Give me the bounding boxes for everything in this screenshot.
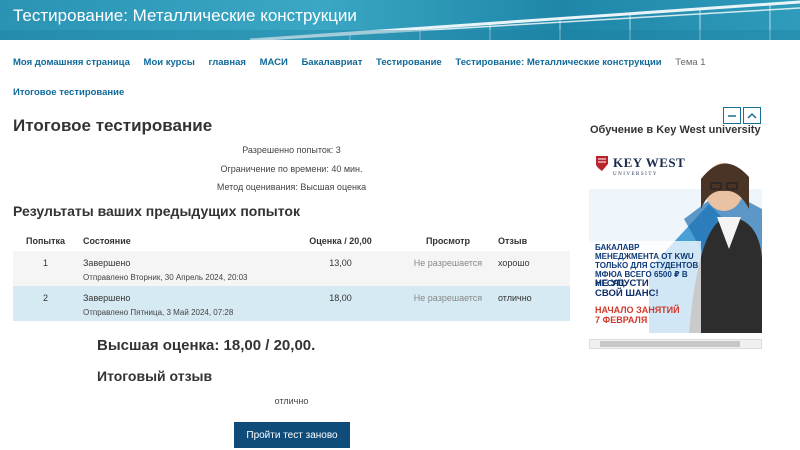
advert-cta: НЕ УПУСТИ СВОЙ ШАНС! — [595, 279, 659, 299]
minus-icon — [728, 114, 736, 117]
advert-start-date: Начало занятий 7 февраля — [595, 305, 680, 325]
breadcrumb-main[interactable]: главная — [208, 48, 245, 78]
attempt-grade: 13,00 — [329, 258, 352, 268]
col-state: Состояние — [83, 236, 131, 246]
block-controls — [723, 107, 761, 124]
keywest-logo: KEY WEST UNIVERSITY — [596, 155, 686, 177]
attempt-review: Не разрешается — [413, 258, 483, 268]
final-feedback-text: отлично — [274, 396, 309, 406]
breadcrumb-final-test[interactable]: Итоговое тестирование — [13, 78, 124, 108]
logo-text: KEY WEST — [613, 155, 686, 170]
logo-subtext: UNIVERSITY — [613, 172, 658, 177]
col-attempt: Попытка — [25, 236, 65, 246]
breadcrumb-topic: Тема 1 — [675, 57, 706, 68]
attempt-submitted: Отправлено Вторник, 30 Апрель 2024, 20:0… — [83, 273, 248, 282]
breadcrumb-course[interactable]: Тестирование: Металлические конструкции — [455, 48, 661, 78]
results-heading: Результаты ваших предыдущих попыток — [13, 203, 300, 219]
minimize-button[interactable] — [723, 107, 741, 124]
attempt-review: Не разрешается — [413, 293, 483, 303]
breadcrumb-bachelor[interactable]: Бакалавриат — [301, 48, 362, 78]
table-row: 1 Завершено Отправлено Вторник, 30 Апрел… — [13, 251, 570, 286]
advert-scrollbar[interactable] — [589, 339, 762, 349]
breadcrumb-testing[interactable]: Тестирование — [376, 48, 442, 78]
attempt-number: 2 — [42, 293, 48, 303]
shield-icon — [596, 156, 608, 171]
best-grade: Высшая оценка: 18,00 / 20,00. — [97, 337, 316, 354]
breadcrumb-home[interactable]: Моя домашняя страница — [13, 48, 130, 78]
attempt-feedback: хорошо — [498, 258, 530, 268]
final-feedback-heading: Итоговый отзыв — [97, 368, 213, 384]
scrollbar-thumb[interactable] — [600, 341, 740, 347]
col-grade: Оценка / 20,00 — [309, 236, 372, 246]
collapse-button[interactable] — [743, 107, 761, 124]
attempts-allowed: Разрешенно попыток: 3 — [242, 145, 341, 155]
attempt-grade: 18,00 — [329, 293, 352, 303]
attempt-state-cell: Завершено Отправлено Вторник, 30 Апрель … — [78, 251, 283, 286]
page-title: Итоговое тестирование — [13, 116, 213, 135]
attempt-submitted: Отправлено Пятница, 3 Май 2024, 07:28 — [83, 308, 234, 317]
col-feedback: Отзыв — [498, 236, 528, 246]
sidebar-block-title: Обучение в Key West university — [590, 124, 761, 136]
header-banner: Тестирование: Металлические конструкции — [0, 0, 800, 40]
chevron-up-icon — [747, 112, 757, 119]
attempt-state: Завершено — [83, 258, 131, 268]
breadcrumb-masi[interactable]: МАСИ — [260, 48, 288, 78]
attempts-table: Попытка Состояние Оценка / 20,00 Просмот… — [13, 231, 570, 321]
attempt-state-cell: Завершено Отправлено Пятница, 3 Май 2024… — [78, 286, 283, 321]
time-limit: Ограничение по времени: 40 мин. — [220, 164, 363, 174]
advert-cta-line: СВОЙ ШАНС! — [595, 288, 659, 299]
breadcrumb: Моя домашняя страница Мои курсы главная … — [13, 48, 783, 108]
breadcrumb-my-courses[interactable]: Мои курсы — [144, 48, 195, 78]
advert-banner[interactable]: KEY WEST UNIVERSITY Бакалавр менеджмента… — [589, 149, 762, 333]
table-header-row: Попытка Состояние Оценка / 20,00 Просмот… — [13, 231, 570, 251]
advert-start-line: Начало занятий — [595, 305, 680, 315]
retry-quiz-button[interactable]: Пройти тест заново — [234, 422, 350, 448]
attempt-state: Завершено — [83, 293, 131, 303]
attempt-feedback: отлично — [498, 293, 532, 303]
attempt-number: 1 — [42, 258, 48, 268]
col-review: Просмотр — [425, 236, 471, 246]
grading-method: Метод оценивания: Высшая оценка — [216, 182, 367, 192]
table-row: 2 Завершено Отправлено Пятница, 3 Май 20… — [13, 286, 570, 321]
site-title: Тестирование: Металлические конструкции — [13, 6, 357, 25]
advert-start-line: 7 февраля — [595, 315, 648, 325]
